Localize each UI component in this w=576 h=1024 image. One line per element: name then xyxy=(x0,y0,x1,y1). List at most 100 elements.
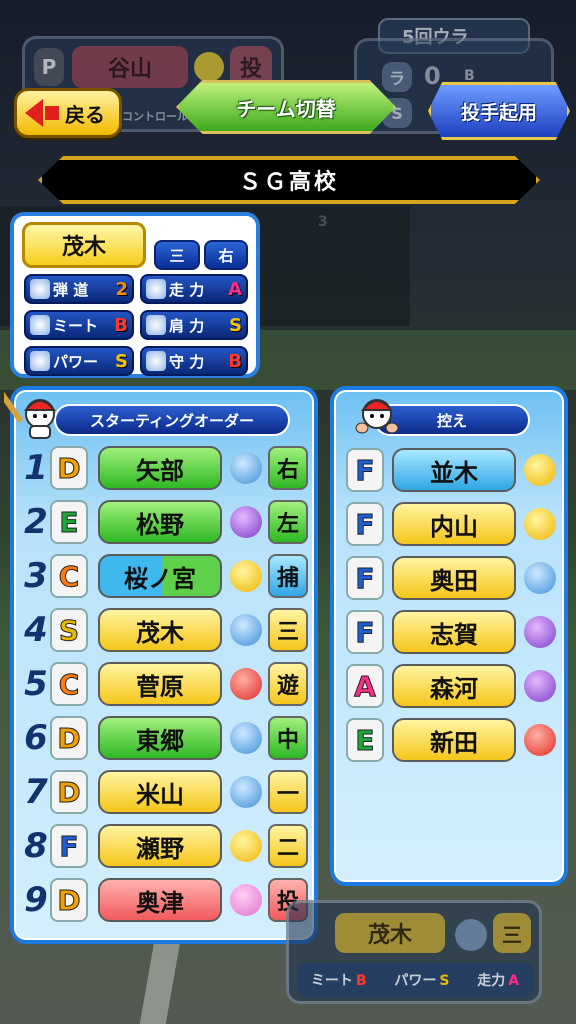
starting-row[interactable]: 3 C 桜ノ宮 捕 xyxy=(24,550,314,602)
position-badge[interactable]: 中 xyxy=(268,716,308,760)
player-name-button[interactable]: 奥津 xyxy=(98,878,222,922)
rank-badge: C xyxy=(50,554,88,598)
starting-row[interactable]: 9 D 奥津投 xyxy=(24,874,314,926)
glove-icon xyxy=(146,351,166,371)
bench-row[interactable]: F 内山 xyxy=(344,498,564,550)
rank-badge: D xyxy=(50,878,88,922)
batting-number: 3 xyxy=(24,556,48,596)
player-name-button[interactable]: 志賀 xyxy=(392,610,516,654)
preview-stat: ミート B xyxy=(311,970,367,990)
purple-angry-face-icon xyxy=(524,616,556,648)
stat-label: 肩 力 xyxy=(169,316,205,335)
rank-badge: F xyxy=(346,448,384,492)
batting-number: 6 xyxy=(24,718,48,758)
rank-badge: D xyxy=(50,446,88,490)
position-badge[interactable]: 捕 xyxy=(268,554,308,598)
bench-row[interactable]: E 新田 xyxy=(344,714,564,766)
batting-number: 1 xyxy=(24,448,48,488)
preview-stat: 走力 A xyxy=(477,970,519,990)
stat-grade: B xyxy=(114,314,128,336)
stat-label: 守 力 xyxy=(169,352,205,371)
red-happy-face-icon xyxy=(230,668,262,700)
player-name-button[interactable]: 東郷 xyxy=(98,716,222,760)
stat-grade: S xyxy=(115,350,128,372)
position-badge[interactable]: 右 xyxy=(268,446,308,490)
blue-sad-face-icon xyxy=(230,776,262,808)
bench-row[interactable]: F 並木 xyxy=(344,444,564,496)
starting-row[interactable]: 1 D 矢部 右 xyxy=(24,442,314,494)
starting-row[interactable]: 4 S 茂木 三 xyxy=(24,604,314,656)
bg-count-label: B xyxy=(464,68,475,84)
rank-badge: C xyxy=(50,662,88,706)
rank-badge: E xyxy=(346,718,384,762)
preview-stats: ミート B パワー S 走力 A xyxy=(297,963,533,997)
rank-badge: F xyxy=(50,824,88,868)
bench-row[interactable]: F 奥田 xyxy=(344,552,564,604)
position-badge[interactable]: 二 xyxy=(268,824,308,868)
power-icon xyxy=(30,351,50,371)
yellow-neutral-face-icon xyxy=(230,560,262,592)
player-name-button[interactable]: 内山 xyxy=(392,502,516,546)
preview-stat-label: パワー xyxy=(394,973,437,989)
player-name-button[interactable]: 茂木 xyxy=(98,608,222,652)
starting-row[interactable]: 2 E 松野 左 xyxy=(24,496,314,548)
preview-stat: パワー S xyxy=(394,970,449,990)
player-name-button[interactable]: 桜ノ宮 xyxy=(98,554,222,598)
bg-pitcher-tag: P xyxy=(34,48,64,86)
player-name-button[interactable]: 奥田 xyxy=(392,556,516,600)
stat-2: 走 力A xyxy=(140,274,248,304)
player-name-button[interactable]: 森河 xyxy=(392,664,516,708)
position-badge[interactable]: 左 xyxy=(268,500,308,544)
bg-bases-label: ラ xyxy=(382,62,412,92)
team-switch-button[interactable]: チーム切替 xyxy=(176,80,396,134)
purple-angry-face-icon xyxy=(524,670,556,702)
player-name-button[interactable]: 瀬野 xyxy=(98,824,222,868)
bg-score: 0 xyxy=(424,62,441,90)
rank-badge: S xyxy=(50,608,88,652)
stat-5: パワー S xyxy=(24,346,134,376)
player-name-button[interactable]: 松野 xyxy=(98,500,222,544)
bg-foul-line xyxy=(139,930,183,1024)
stat-label: パワー xyxy=(53,352,99,371)
rank-badge: F xyxy=(346,610,384,654)
player-name-button[interactable]: 新田 xyxy=(392,718,516,762)
batting-number: 2 xyxy=(24,502,48,542)
stat-4: 肩 力S xyxy=(140,310,248,340)
meet-icon xyxy=(30,315,50,335)
starting-row[interactable]: 8 F 瀬野 二 xyxy=(24,820,314,872)
rank-badge: A xyxy=(346,664,384,708)
batting-number: 5 xyxy=(24,664,48,704)
player-name-button[interactable]: 並木 xyxy=(392,448,516,492)
bg-pitcher-face xyxy=(194,52,224,82)
preview-face xyxy=(455,919,487,951)
position-badge[interactable]: 遊 xyxy=(268,662,308,706)
blue-sad-face-icon xyxy=(524,562,556,594)
position-badge[interactable]: 一 xyxy=(268,770,308,814)
bench-row[interactable]: A 森河 xyxy=(344,660,564,712)
bat-trajectory-icon xyxy=(30,279,50,299)
bench-panel: 控え F 並木 F 内山 F 奥田 F 志賀 A 森河 E 新田 xyxy=(330,386,568,886)
rank-badge: F xyxy=(346,556,384,600)
player-name-button[interactable]: 米山 xyxy=(98,770,222,814)
stat-label: ミート xyxy=(53,316,99,335)
stat-grade: A xyxy=(228,278,242,300)
starting-row[interactable]: 6 D 東郷 中 xyxy=(24,712,314,764)
starting-row[interactable]: 5 C 菅原 遊 xyxy=(24,658,314,710)
player-detail-card: 茂木 三 右 弾 道 2 走 力 A ミート B 肩 力 S パワー S 守 力 B xyxy=(10,212,260,378)
yellow-neutral-face-icon xyxy=(524,454,556,486)
yellow-neutral-face-icon xyxy=(524,508,556,540)
stat-grade: B xyxy=(228,350,242,372)
player-name-button[interactable]: 菅原 xyxy=(98,662,222,706)
blue-sad-face-icon xyxy=(230,452,262,484)
player-name-button[interactable]: 矢部 xyxy=(98,446,222,490)
position-badge[interactable]: 三 xyxy=(268,608,308,652)
back-arrow-icon xyxy=(25,99,43,127)
pitcher-change-button[interactable]: 投手起用 xyxy=(428,82,570,140)
player-name: 茂木 xyxy=(22,222,146,268)
school-name-bar: ＳＧ高校 xyxy=(38,156,540,204)
starting-row[interactable]: 7 D 米山 一 xyxy=(24,766,314,818)
bench-row[interactable]: F 志賀 xyxy=(344,606,564,658)
starting-order-header: スターティングオーダー xyxy=(54,404,290,436)
batter-avatar-icon xyxy=(4,391,57,439)
back-button[interactable]: 戻る xyxy=(14,88,122,138)
